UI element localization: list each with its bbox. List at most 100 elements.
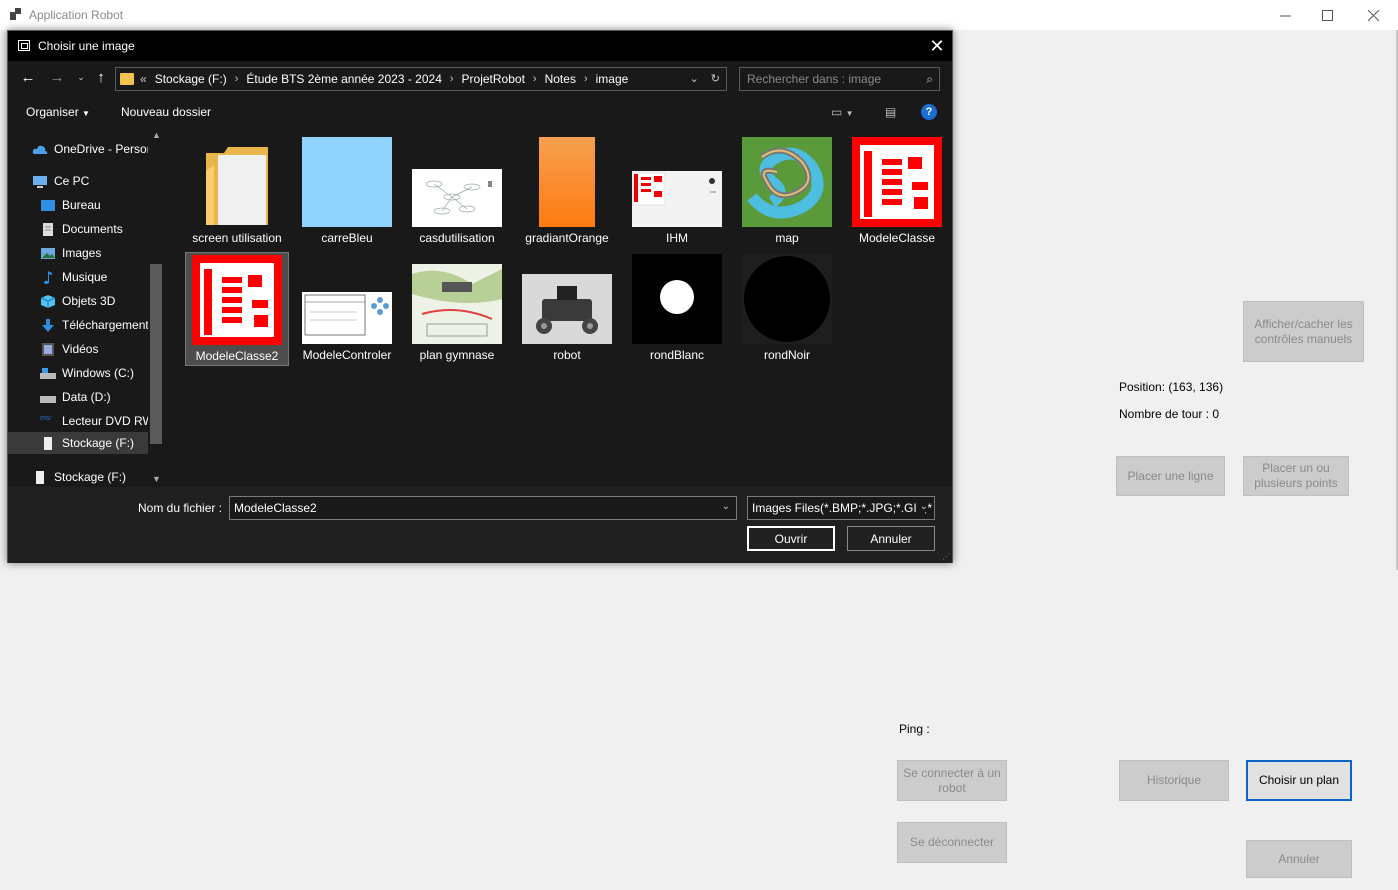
position-label: Position: (163, 136) — [1119, 380, 1224, 394]
chevron-down-icon[interactable]: ⌄ — [915, 501, 928, 512]
file-type-select[interactable]: Images Files(*.BMP;*.JPG;*.GIF;* ⌄ — [747, 496, 935, 520]
nav-item-3d-objects[interactable]: Objets 3D — [40, 290, 115, 312]
image-thumbnail — [742, 254, 832, 344]
file-item[interactable]: ModeleClasse — [845, 135, 949, 249]
up-arrow-icon[interactable]: ↑ — [91, 69, 111, 86]
address-bar[interactable]: « Stockage (F:) › Étude BTS 2ème année 2… — [115, 67, 727, 91]
chevron-down-icon[interactable]: ⌄ — [690, 72, 699, 85]
file-item[interactable]: casdutilisation — [405, 135, 509, 249]
chevron-right-icon: › — [449, 73, 454, 85]
breadcrumb-item[interactable]: Notes — [545, 72, 576, 86]
image-thumbnail — [539, 137, 595, 227]
refresh-icon[interactable]: ↻ — [711, 72, 720, 85]
forward-arrow-icon[interactable]: → — [47, 69, 67, 86]
chevron-right-icon: › — [583, 73, 588, 85]
file-item[interactable]: rondNoir — [735, 252, 839, 366]
file-item[interactable]: IHM — [625, 135, 729, 249]
place-points-button[interactable]: Placer un ou plusieurs points — [1243, 456, 1349, 496]
nav-item-stockage-f[interactable]: Stockage (F:) — [8, 432, 148, 454]
choose-plan-button[interactable]: Choisir un plan — [1246, 760, 1352, 801]
file-list: screen utilisation carreBleu casdutilisa… — [164, 127, 952, 487]
image-thumbnail — [632, 254, 722, 344]
cloud-icon — [32, 145, 48, 154]
back-arrow-icon[interactable]: ← — [18, 69, 38, 86]
file-item[interactable]: gradiantOrange — [515, 135, 619, 249]
chevron-right-icon: › — [532, 73, 537, 85]
breadcrumb-overflow[interactable]: « — [140, 72, 147, 86]
scroll-down-icon[interactable]: ▼ — [152, 474, 161, 484]
nav-item-onedrive[interactable]: OneDrive - Person — [32, 138, 153, 160]
maximize-icon[interactable] — [1304, 0, 1350, 30]
file-item[interactable]: ModeleControler — [295, 252, 399, 366]
place-line-button[interactable]: Placer une ligne — [1116, 456, 1225, 496]
search-input[interactable]: Rechercher dans : image ⌕ — [739, 67, 940, 91]
file-name: rondNoir — [763, 348, 811, 362]
new-folder-button[interactable]: Nouveau dossier — [121, 105, 211, 119]
breadcrumb-item[interactable]: ProjetRobot — [462, 72, 525, 86]
chevron-down-icon[interactable]: ⌄ — [722, 501, 730, 512]
music-icon — [44, 270, 52, 284]
resize-grip-icon[interactable]: ⋰ — [942, 552, 950, 561]
nav-item-videos[interactable]: Vidéos — [40, 338, 98, 360]
file-name: ModeleClasse — [858, 231, 936, 245]
drive-icon — [40, 395, 56, 403]
minimize-icon[interactable] — [1262, 0, 1308, 30]
cube-icon — [40, 294, 56, 308]
dialog-cancel-button[interactable]: Annuler — [847, 526, 935, 551]
view-options-icon[interactable]: ▭ ▼ — [831, 105, 854, 119]
dialog-footer: Nom du fichier : ModeleClasse2 ⌄ Images … — [8, 487, 952, 563]
nav-item-data-d[interactable]: Data (D:) — [40, 386, 111, 408]
image-thumbnail — [302, 137, 392, 227]
filename-input[interactable]: ModeleClasse2 ⌄ — [229, 496, 737, 520]
preview-pane-icon[interactable]: ▤ — [885, 105, 896, 119]
navigation-pane: OneDrive - Person Ce PC Bureau Documents… — [8, 127, 164, 487]
file-item[interactable]: robot — [515, 252, 619, 366]
nav-item-stockage-f-root[interactable]: Stockage (F:) — [32, 466, 126, 487]
file-name: gradiantOrange — [525, 231, 609, 245]
file-dialog: Choisir une image ✕ ← → ⌄ ↑ « Stockage (… — [7, 30, 953, 563]
breadcrumb-item[interactable]: image — [596, 72, 629, 86]
app-titlebar: Application Robot — [0, 0, 1398, 30]
nav-item-images[interactable]: Images — [40, 242, 101, 264]
file-name: IHM — [666, 231, 688, 245]
file-item[interactable]: plan gymnase — [405, 252, 509, 366]
file-item[interactable]: rondBlanc — [625, 252, 729, 366]
nav-item-downloads[interactable]: Téléchargements — [40, 314, 155, 336]
nav-scroll-thumb[interactable] — [150, 264, 162, 444]
video-icon — [42, 342, 54, 356]
file-item[interactable]: screen utilisation — [185, 135, 289, 249]
breadcrumb-item[interactable]: Stockage (F:) — [155, 72, 227, 86]
file-name: map — [775, 231, 799, 245]
open-button[interactable]: Ouvrir — [747, 526, 835, 551]
file-item[interactable]: map — [735, 135, 839, 249]
history-button[interactable]: Historique — [1119, 760, 1229, 801]
dialog-close-icon[interactable]: ✕ — [922, 31, 952, 61]
caret-down-icon: ▼ — [82, 109, 90, 118]
organize-menu-button[interactable]: Organiser ▼ — [26, 105, 90, 119]
command-bar: Organiser ▼ Nouveau dossier ▭ ▼ ▤ ? — [8, 97, 952, 127]
search-placeholder: Rechercher dans : image — [747, 72, 882, 86]
nav-item-windows-c[interactable]: Windows (C:) — [40, 362, 134, 384]
connect-button[interactable]: Se connecter à un robot — [897, 760, 1007, 801]
recent-locations-chevron-icon[interactable]: ⌄ — [71, 72, 91, 83]
file-name: casdutilisation — [419, 231, 495, 245]
image-thumbnail — [412, 264, 502, 344]
cancel-button[interactable]: Annuler — [1246, 840, 1352, 878]
file-name: rondBlanc — [649, 348, 705, 362]
image-thumbnail — [742, 137, 832, 227]
disconnect-button[interactable]: Se déconnecter — [897, 822, 1007, 863]
scroll-up-icon[interactable]: ▲ — [152, 130, 161, 140]
breadcrumb-item[interactable]: Étude BTS 2ème année 2023 - 2024 — [246, 72, 441, 86]
nav-item-this-pc[interactable]: Ce PC — [32, 170, 89, 192]
help-icon[interactable]: ? — [921, 104, 937, 120]
file-name: ModeleControler — [302, 348, 392, 362]
file-item[interactable]: carreBleu — [295, 135, 399, 249]
toggle-manual-controls-button[interactable]: Afficher/cacher les contrôles manuels — [1243, 301, 1364, 362]
file-item-selected[interactable]: ModeleClasse2 — [185, 252, 289, 366]
documents-icon — [43, 222, 53, 236]
nav-item-music[interactable]: Musique — [40, 266, 107, 288]
nav-item-desktop[interactable]: Bureau — [40, 194, 101, 216]
nav-item-documents[interactable]: Documents — [40, 218, 123, 240]
close-icon[interactable] — [1350, 0, 1396, 30]
nav-item-dvd[interactable]: msi Lecteur DVD RW — [40, 410, 154, 432]
